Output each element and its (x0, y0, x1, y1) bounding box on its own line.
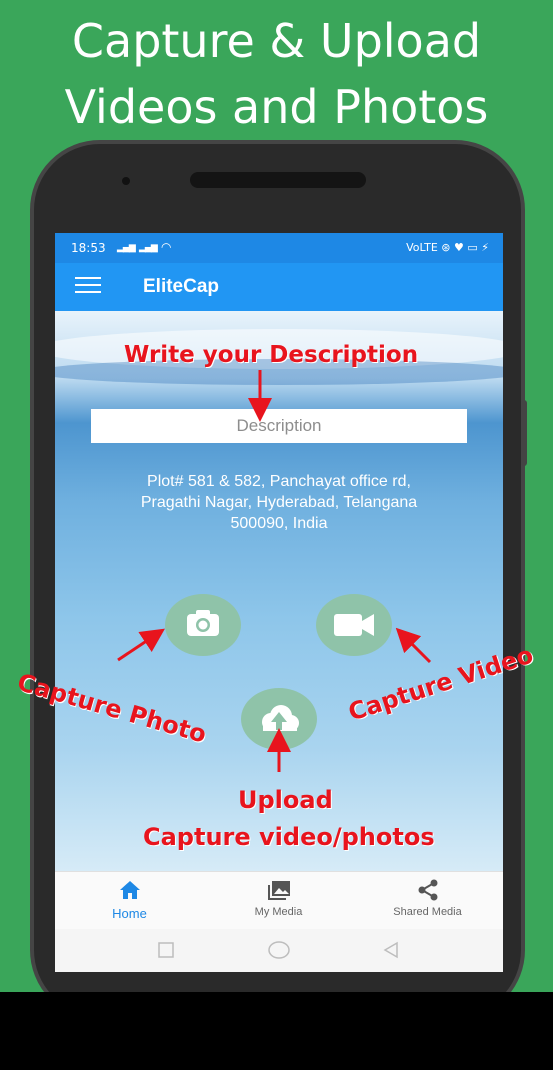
phone-bottom-edge (0, 992, 553, 1070)
address-line-2: Pragathi Nagar, Hyderabad, Telangana (140, 494, 418, 511)
address-text: Plot# 581 & 582, Panchayat office rd, Pr… (75, 471, 483, 534)
capture-photo-button[interactable] (165, 594, 241, 656)
address-line-1: Plot# 581 & 582, Panchayat office rd, (147, 473, 411, 490)
status-right-icons: VoLTE ⊛ ♥ ▭ ⚡ (406, 241, 489, 254)
share-icon (418, 879, 437, 901)
status-time: 18:53 (71, 241, 106, 255)
recents-icon[interactable] (157, 941, 175, 959)
upload-button[interactable] (241, 688, 317, 750)
headline-line-1: Capture & Upload (71, 14, 482, 68)
phone-side-button (521, 400, 527, 466)
headline-line-2: Videos and Photos (64, 80, 489, 134)
signal-icon: ▂▄▆ (117, 243, 136, 253)
nav-item-shared-media[interactable]: Shared Media (353, 878, 502, 918)
wifi-icon: ◠ (161, 240, 172, 254)
nav-item-my-media[interactable]: My Media (204, 878, 353, 918)
nav-label-shared-media: Shared Media (393, 906, 462, 918)
back-icon[interactable] (381, 940, 401, 960)
annotation-upload: Upload (238, 786, 333, 814)
video-camera-icon (334, 614, 374, 636)
address-line-3: 500090, India (230, 515, 328, 532)
phone-speaker (190, 172, 366, 188)
front-camera (122, 177, 130, 185)
home-icon (119, 881, 140, 899)
annotation-upload-sub: Capture video/photos (143, 823, 435, 851)
description-input[interactable] (91, 409, 467, 443)
gallery-icon (267, 881, 290, 900)
hamburger-menu-icon[interactable] (75, 277, 101, 297)
nav-label-my-media: My Media (254, 906, 303, 918)
app-title: EliteCap (143, 276, 220, 297)
bottom-navigation: Home My Media Shared Media (55, 871, 503, 929)
annotation-write-description: Write your Description (124, 342, 419, 368)
signal-icon-2: ▂▄▆ (139, 243, 158, 253)
cloud-upload-icon (262, 705, 299, 731)
status-bar: 18:53 ▂▄▆ ▂▄▆ ◠ VoLTE ⊛ ♥ ▭ ⚡ (55, 233, 503, 263)
nav-item-home[interactable]: Home (55, 878, 204, 921)
nav-label-home: Home (112, 906, 147, 921)
camera-icon (187, 610, 219, 636)
promo-headline: Capture & Upload Videos and Photos (0, 8, 553, 140)
capture-video-button[interactable] (316, 594, 392, 656)
app-bar: EliteCap (55, 263, 503, 311)
home-circle-icon[interactable] (267, 939, 291, 961)
system-navigation-bar (55, 929, 503, 972)
